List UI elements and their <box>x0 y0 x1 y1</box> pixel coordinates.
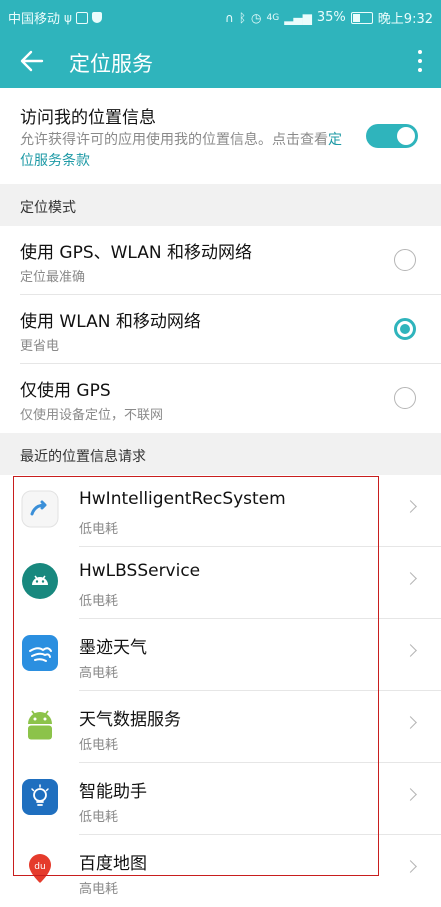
mode-option-title: 使用 GPS、WLAN 和移动网络 <box>20 243 253 263</box>
status-bar: 中国移动 ψ ∩ ᛒ ◷ 4G ▂▄▆ 35% 晚上9:32 <box>0 0 441 34</box>
mode-option-gps-wlan-mobile[interactable]: 使用 GPS、WLAN 和移动网络 定位最准确 <box>0 226 441 295</box>
location-access-toggle[interactable] <box>366 124 418 148</box>
mode-radio-wlan-mobile[interactable] <box>394 318 416 340</box>
app-usage: 低电耗 <box>79 738 119 753</box>
app-usage: 高电耗 <box>79 882 119 897</box>
chevron-right-icon <box>404 716 417 729</box>
app-name: 天气数据服务 <box>79 710 181 730</box>
list-item-app[interactable]: 智能助手 低电耗 <box>0 763 441 835</box>
intelligent-rec-icon <box>21 490 59 528</box>
android-lbs-icon <box>22 563 58 599</box>
list-item-app[interactable]: 天气数据服务 低电耗 <box>0 691 441 763</box>
location-access-desc-text: 允许获得许可的应用使用我的位置信息。点击查看 <box>20 132 328 148</box>
app-usage: 低电耗 <box>79 522 119 537</box>
mode-option-subtitle: 更省电 <box>20 339 60 354</box>
moji-weather-icon <box>22 635 58 671</box>
list-item-app[interactable]: 墨迹天气 高电耗 <box>0 619 441 691</box>
chevron-right-icon <box>404 572 417 585</box>
list-item-app[interactable]: HwIntelligentRecSystem 低电耗 <box>0 475 441 547</box>
chevron-right-icon <box>404 644 417 657</box>
headset-icon: ∩ <box>225 10 234 25</box>
mode-option-subtitle: 定位最准确 <box>20 270 86 285</box>
chevron-right-icon <box>404 500 417 513</box>
baidu-map-icon: du <box>29 854 51 883</box>
location-access-title: 访问我的位置信息 <box>20 108 156 128</box>
location-access-setting[interactable]: 访问我的位置信息 允许获得许可的应用使用我的位置信息。点击查看定位服务条款 <box>0 88 441 184</box>
section-header-mode-label: 定位模式 <box>20 200 76 216</box>
smart-assistant-icon <box>22 779 58 815</box>
toggle-knob <box>397 127 415 145</box>
list-item-app[interactable]: du 百度地图 高电耗 <box>0 835 441 907</box>
chevron-right-icon <box>404 788 417 801</box>
app-usage: 低电耗 <box>79 810 119 825</box>
app-usage: 高电耗 <box>79 666 119 681</box>
mode-option-title: 使用 WLAN 和移动网络 <box>20 312 201 332</box>
svg-text:du: du <box>34 862 45 872</box>
more-vert-icon[interactable] <box>417 50 423 72</box>
section-header-recent-label: 最近的位置信息请求 <box>20 449 146 465</box>
battery-percent: 35% <box>316 10 346 25</box>
mode-option-title: 仅使用 GPS <box>20 381 111 401</box>
page-title: 定位服务 <box>69 52 153 76</box>
bluetooth-icon: ᛒ <box>238 10 247 25</box>
location-access-description: 允许获得许可的应用使用我的位置信息。点击查看定位服务条款 <box>20 130 350 172</box>
shield-icon <box>91 12 102 23</box>
arrow-left-icon[interactable] <box>18 47 46 75</box>
mode-option-subtitle: 仅使用设备定位，不联网 <box>20 408 164 423</box>
network-type-label: 4G <box>266 12 280 23</box>
app-name: 智能助手 <box>79 782 147 802</box>
carrier-label: 中国移动 <box>8 12 61 27</box>
app-name: 墨迹天气 <box>79 638 147 658</box>
mode-radio-gps-wlan-mobile[interactable] <box>394 249 416 271</box>
section-header-mode: 定位模式 <box>0 184 441 226</box>
app-name: HwIntelligentRecSystem <box>79 489 286 509</box>
clock: 晚上9:32 <box>377 12 433 27</box>
app-name: HwLBSService <box>79 561 201 581</box>
mode-radio-gps-only[interactable] <box>394 387 416 409</box>
section-header-recent-requests: 最近的位置信息请求 <box>0 433 441 475</box>
app-usage: 低电耗 <box>79 594 119 609</box>
usb-icon: ψ <box>64 10 72 25</box>
app-bar: 定位服务 <box>0 34 441 88</box>
notification-icon <box>75 11 88 24</box>
signal-icon: ▂▄▆ <box>284 10 312 25</box>
battery-icon <box>350 11 373 24</box>
alarm-icon: ◷ <box>251 10 262 25</box>
app-name: 百度地图 <box>79 854 147 874</box>
list-item-app[interactable]: HwLBSService 低电耗 <box>0 547 441 619</box>
chevron-right-icon <box>404 860 417 873</box>
mode-option-gps-only[interactable]: 仅使用 GPS 仅使用设备定位，不联网 <box>0 364 441 433</box>
mode-option-wlan-mobile[interactable]: 使用 WLAN 和移动网络 更省电 <box>0 295 441 364</box>
android-weather-icon <box>28 710 52 740</box>
